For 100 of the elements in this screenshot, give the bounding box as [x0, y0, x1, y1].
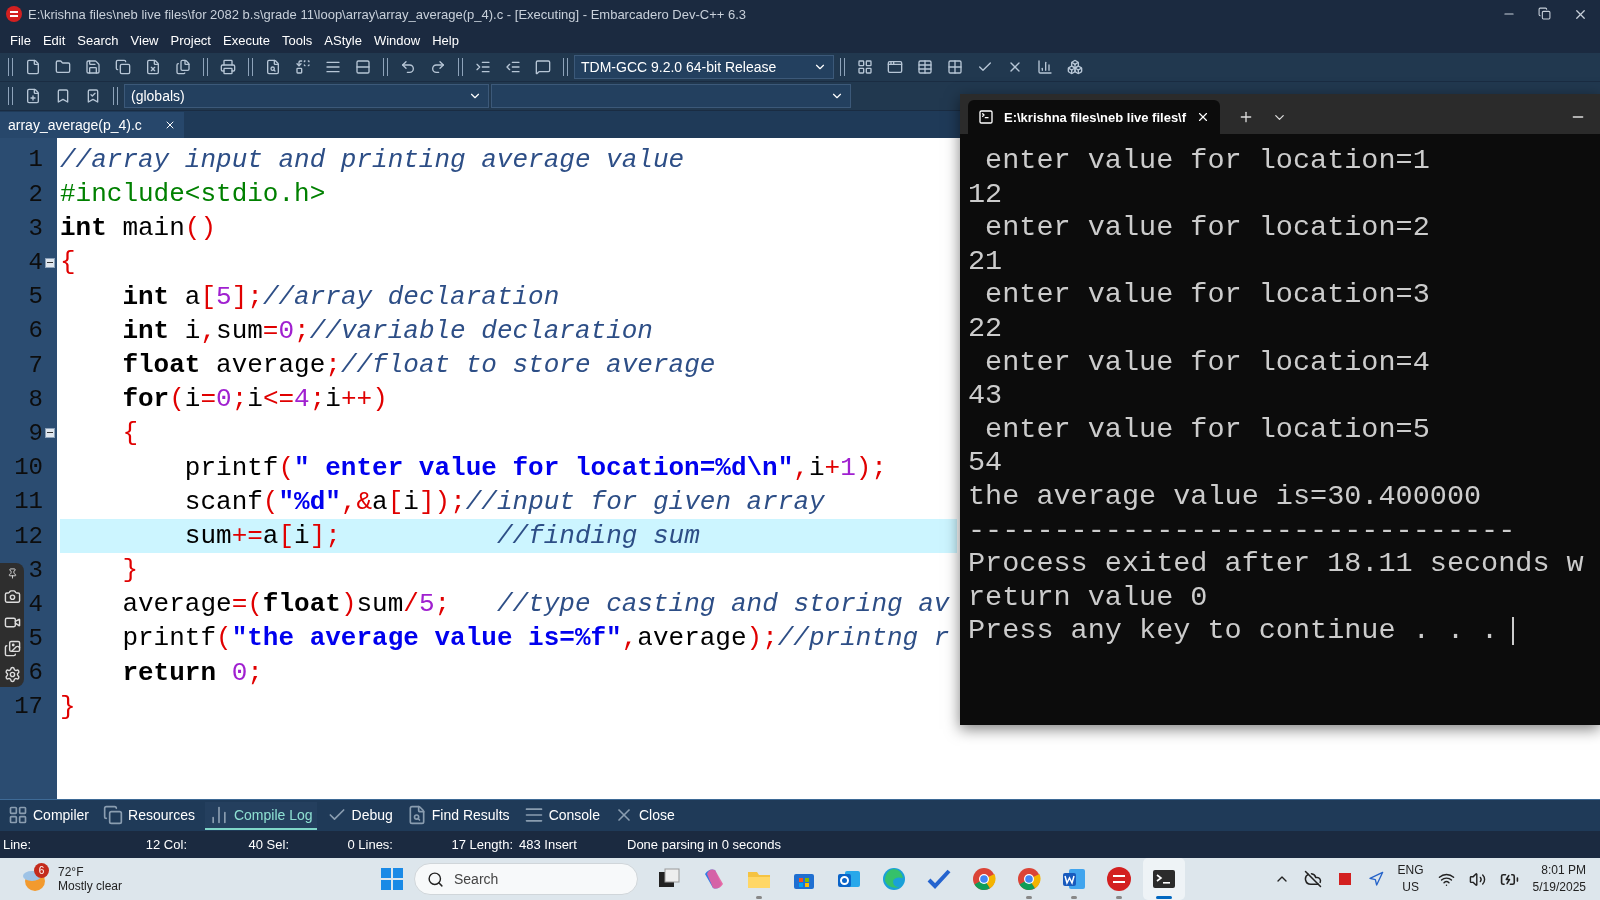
- menu-item[interactable]: Project: [164, 33, 217, 49]
- temperature-text: 72°F: [58, 865, 85, 879]
- taskbar-app[interactable]: [1143, 858, 1185, 900]
- panel-tab[interactable]: Close: [610, 801, 679, 830]
- panel-tab[interactable]: Compiler: [4, 801, 93, 830]
- menu-item[interactable]: Edit: [36, 33, 72, 49]
- console-line: return value 0: [968, 580, 1209, 615]
- menu-item[interactable]: Execute: [217, 33, 276, 49]
- close-all-icon: [175, 58, 191, 75]
- code-line: printf("the average value is=%f",average);//printng r: [121, 622, 950, 656]
- menu-item[interactable]: Search: [71, 33, 125, 49]
- console-line: --------------------------------: [968, 513, 1517, 548]
- save-icon: [85, 58, 101, 75]
- status-text: 17 Length:: [450, 837, 514, 853]
- line-number: 17: [14, 693, 43, 721]
- close-file-icon: [145, 58, 161, 75]
- weather-text: Mostly clear: [58, 879, 122, 893]
- fold-icon[interactable]: [45, 257, 55, 268]
- line-number: 10: [14, 454, 43, 482]
- line-number: 2: [28, 180, 43, 208]
- code-line: int a[5];//array declaration: [121, 280, 560, 314]
- scope-dropdown[interactable]: (globals): [124, 83, 489, 108]
- code-line: return 0;: [121, 656, 263, 690]
- code-line: }: [60, 690, 76, 724]
- line-number: 4: [28, 249, 43, 276]
- notification-badge: 6: [34, 863, 49, 878]
- menu-item[interactable]: Help: [426, 33, 465, 49]
- console-line: 54: [968, 446, 1004, 480]
- code-line: {: [60, 246, 76, 280]
- tiles-icon: [947, 58, 963, 75]
- print-icon: [220, 58, 236, 75]
- terminal-tab[interactable]: E:\krishna files\neb live files\f: [968, 100, 1221, 134]
- console-line: enter value for location=3: [984, 278, 1431, 312]
- clock[interactable]: 8:01 PM 5/19/2025: [1532, 862, 1586, 896]
- panel-tab[interactable]: Console: [519, 801, 604, 830]
- line-number: 5: [28, 283, 43, 311]
- line-number: 7: [28, 351, 43, 379]
- menu-item[interactable]: Window: [367, 33, 427, 49]
- bookmark-check-icon: [85, 87, 101, 104]
- code-line: sum+=a[i]; //finding sum: [183, 519, 700, 553]
- location-icon[interactable]: [1367, 871, 1384, 887]
- menu-item[interactable]: View: [124, 33, 165, 49]
- restore-icon[interactable]: [1538, 7, 1551, 20]
- line-number: 8: [28, 385, 43, 413]
- line-number: 6: [28, 659, 43, 687]
- start-icon[interactable]: [380, 867, 404, 891]
- volume-icon[interactable]: [1468, 870, 1486, 888]
- line-number: 3: [28, 556, 43, 584]
- close-icon[interactable]: [1573, 7, 1588, 22]
- status-text: 0 Lines:: [346, 837, 394, 853]
- panel-tab[interactable]: Compile Log: [204, 801, 317, 830]
- window-icon: [887, 58, 903, 75]
- search-icon: [427, 870, 444, 888]
- text-cursor: [1512, 616, 1515, 645]
- grid-icon: [857, 58, 873, 75]
- replace-icon: [295, 58, 311, 75]
- code-line: {: [121, 417, 138, 451]
- console-line: enter value for location=2: [984, 211, 1431, 245]
- dev-cpp-icon: [1106, 866, 1132, 892]
- panel-tab[interactable]: Find Results: [402, 801, 514, 830]
- copy-icon: [103, 804, 123, 825]
- chrome-icon: [971, 866, 997, 892]
- panel-tab[interactable]: Debug: [322, 801, 397, 830]
- fold-icon[interactable]: [45, 428, 55, 439]
- code-line: average=(float)sum/5; //type casting and storing av: [121, 588, 950, 622]
- dev-cpp-logo-icon: [6, 6, 22, 23]
- code-line: float average;//float to store average: [121, 348, 716, 382]
- bar-chart-icon: [1037, 58, 1053, 75]
- goto-icon: [355, 58, 371, 75]
- code-line: int i,sum=0;//variable declaration: [121, 314, 653, 348]
- menu-item[interactable]: Tools: [275, 33, 319, 49]
- search-field[interactable]: Search: [414, 863, 638, 895]
- comment-icon: [535, 58, 551, 75]
- console-line: enter value for location=1: [984, 144, 1431, 178]
- pin-icon[interactable]: [6, 567, 18, 579]
- console-line: 43: [968, 379, 1004, 413]
- settings-icon[interactable]: [3, 665, 21, 683]
- code-line: for(i=0;i<=4;i++): [121, 383, 388, 417]
- console-line: enter value for location=4: [984, 345, 1431, 380]
- bookmark-icon: [55, 87, 71, 104]
- undo-icon: [400, 58, 416, 75]
- code-line: }: [121, 554, 138, 588]
- images-icon[interactable]: [3, 639, 21, 657]
- line-number: 5: [28, 625, 43, 653]
- menu-item[interactable]: File: [4, 33, 37, 49]
- status-text: 40 Sel:: [247, 837, 290, 853]
- console-line: Press any key to continue . . .: [968, 614, 1600, 648]
- menu-item[interactable]: AStyle: [318, 33, 368, 49]
- new-file-icon: [25, 58, 41, 75]
- console-line: 22: [968, 311, 1004, 346]
- file-tab[interactable]: array_average(p_4).c: [0, 111, 184, 138]
- compiler-dropdown[interactable]: TDM-GCC 9.2.0 64-bit Release: [574, 54, 834, 79]
- camera-icon[interactable]: [3, 587, 21, 605]
- code-line: scanf("%d",&a[i]);//input for given array: [183, 485, 825, 519]
- cloud-off-icon[interactable]: [1303, 870, 1322, 888]
- language-indicator[interactable]: ENG US: [1397, 862, 1424, 896]
- code-line: int main(): [60, 212, 217, 246]
- panel-tab[interactable]: Resources: [99, 801, 199, 830]
- terminal-icon: [978, 109, 994, 125]
- file-plus-icon: [25, 87, 41, 104]
